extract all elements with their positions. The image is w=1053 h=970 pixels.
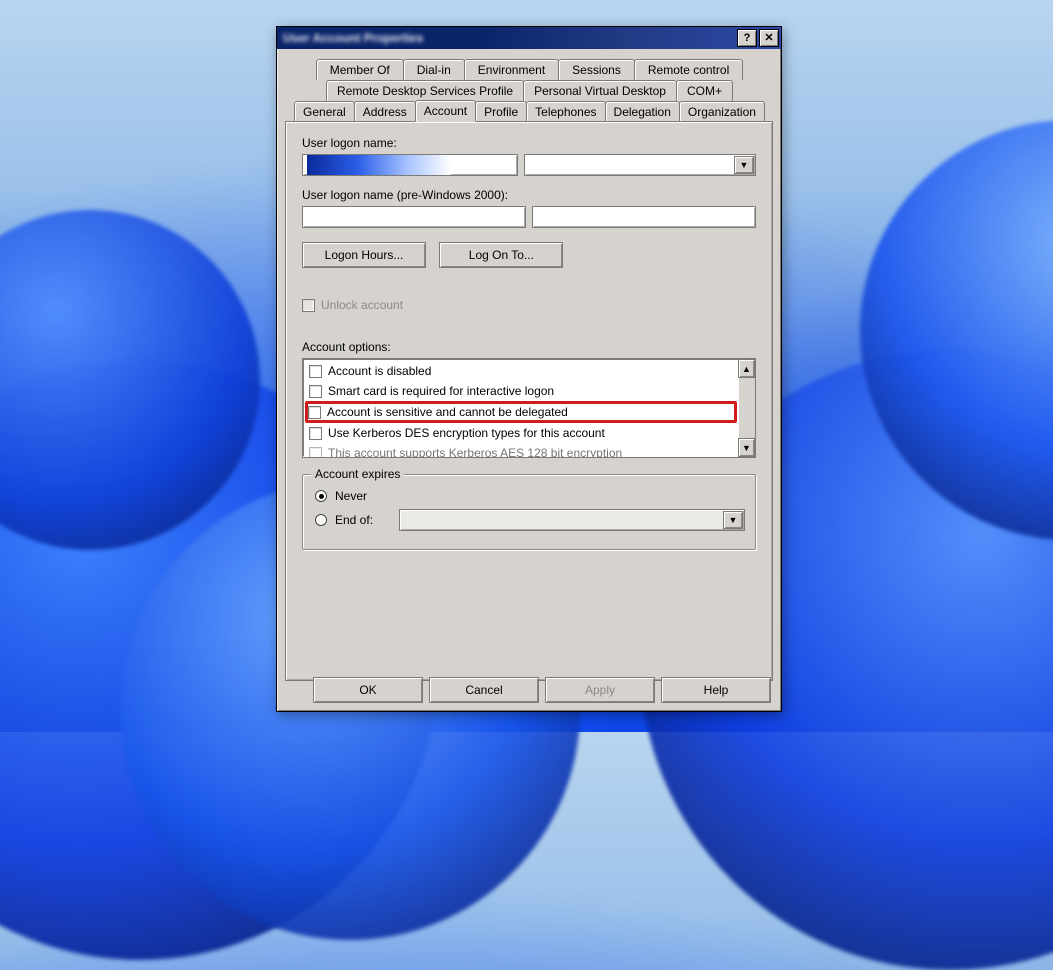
opt-text: Account is disabled [328,364,431,378]
tab-environment[interactable]: Environment [464,59,559,80]
logon-hours-button[interactable]: Logon Hours... [302,242,426,268]
tab-com-plus[interactable]: COM+ [676,80,733,101]
expires-endof-radio[interactable]: End of: ▼ [315,509,745,531]
prew2k-label: User logon name (pre-Windows 2000): [302,188,756,202]
account-panel: User logon name: ▼ User logon name (pre-… [285,121,773,681]
tab-address[interactable]: Address [354,101,416,122]
cancel-button[interactable]: Cancel [429,677,539,703]
tab-rds-profile[interactable]: Remote Desktop Services Profile [326,80,524,101]
scroll-up-icon[interactable]: ▲ [738,359,755,378]
scroll-down-icon[interactable]: ▼ [738,438,755,457]
checkbox-icon [302,299,315,312]
opt-text: Smart card is required for interactive l… [328,384,554,398]
expires-never-radio[interactable]: Never [315,489,745,503]
chevron-down-icon[interactable]: ▼ [734,156,754,174]
account-options-label: Account options: [302,340,756,354]
tab-remote-control[interactable]: Remote control [634,59,743,80]
tab-pvd[interactable]: Personal Virtual Desktop [523,80,677,101]
prew2k-name-input[interactable] [532,206,756,228]
tab-member-of[interactable]: Member Of [316,59,404,80]
tab-delegation[interactable]: Delegation [605,101,680,122]
title-bar[interactable]: User Account Properties ? ✕ [277,27,781,49]
expires-date-picker: ▼ [399,509,745,531]
scrollbar[interactable]: ▲ ▼ [738,359,755,457]
tab-account[interactable]: Account [415,100,476,122]
tab-organization[interactable]: Organization [679,101,765,122]
tab-strip: Member Of Dial-in Environment Sessions R… [285,59,773,681]
unlock-account-checkbox: Unlock account [302,298,756,312]
log-on-to-button[interactable]: Log On To... [439,242,563,268]
account-options-list[interactable]: Account is disabled Smart card is requir… [302,358,756,458]
opt-sensitive-no-delegate[interactable]: Account is sensitive and cannot be deleg… [305,401,737,423]
checkbox-icon[interactable] [309,385,322,398]
checkbox-icon[interactable] [309,365,322,378]
tab-profile[interactable]: Profile [475,101,527,122]
tab-dial-in[interactable]: Dial-in [403,59,465,80]
upn-suffix-dropdown[interactable]: ▼ [524,154,756,176]
account-expires-legend: Account expires [311,467,404,481]
radio-icon[interactable] [315,490,327,502]
dialog-buttons: OK Cancel Apply Help [277,677,781,703]
opt-kerberos-aes128[interactable]: This account supports Kerberos AES 128 b… [305,443,737,458]
unlock-account-text: Unlock account [321,298,403,312]
tab-general[interactable]: General [294,101,355,122]
help-button-footer[interactable]: Help [661,677,771,703]
opt-smartcard-required[interactable]: Smart card is required for interactive l… [305,381,737,401]
tab-sessions[interactable]: Sessions [558,59,635,80]
opt-text: This account supports Kerberos AES 128 b… [328,446,622,458]
checkbox-icon[interactable] [308,406,321,419]
radio-icon[interactable] [315,514,327,526]
prew2k-domain-input[interactable] [302,206,526,228]
ok-button[interactable]: OK [313,677,423,703]
upn-prefix-input[interactable] [302,154,518,176]
checkbox-icon[interactable] [309,447,322,459]
upn-prefix-value [307,155,451,175]
checkbox-icon[interactable] [309,427,322,440]
account-expires-group: Account expires Never End of: ▼ [302,474,756,550]
opt-account-disabled[interactable]: Account is disabled [305,361,737,381]
close-button[interactable]: ✕ [759,29,779,47]
window-title: User Account Properties [283,31,423,45]
opt-kerberos-des[interactable]: Use Kerberos DES encryption types for th… [305,423,737,443]
properties-dialog: User Account Properties ? ✕ Member Of Di… [276,26,782,712]
chevron-down-icon: ▼ [723,511,743,529]
help-button[interactable]: ? [737,29,757,47]
logon-name-label: User logon name: [302,136,756,150]
tab-telephones[interactable]: Telephones [526,101,605,122]
radio-label: End of: [335,513,373,527]
radio-label: Never [335,489,367,503]
apply-button: Apply [545,677,655,703]
opt-text: Use Kerberos DES encryption types for th… [328,426,605,440]
opt-text: Account is sensitive and cannot be deleg… [327,405,568,419]
